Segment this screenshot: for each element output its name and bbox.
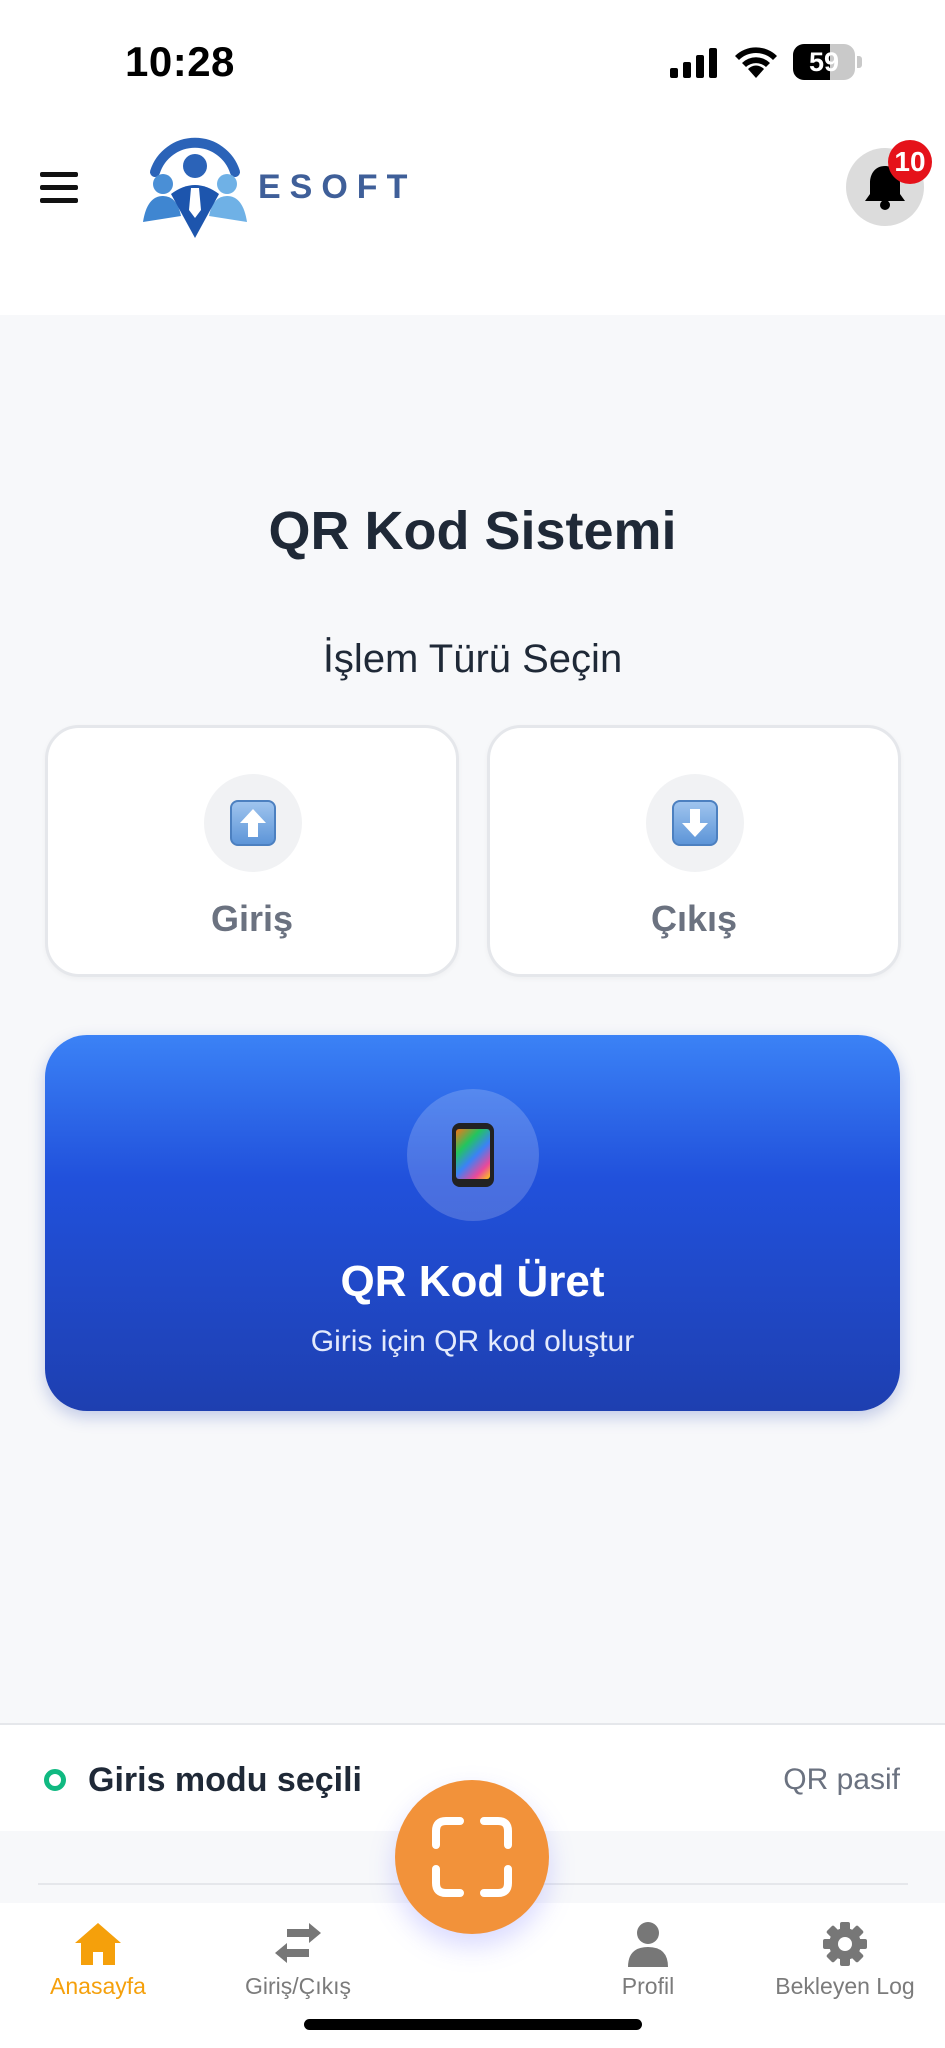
home-icon [75,1923,121,1965]
status-bar: 10:28 59 [0,0,945,120]
entry-icon-wrap [204,774,302,872]
mobile-phone-icon [452,1123,494,1187]
swap-icon [275,1923,321,1963]
scan-frame-icon [432,1817,512,1897]
exit-option-card[interactable]: Çıkış [487,725,901,977]
qr-icon-wrap [407,1089,539,1221]
battery-icon: 59 [793,44,862,80]
nav-label-profile: Profil [621,1973,675,1999]
main-content: QR Kod Sistemi İşlem Türü Seçin Giriş Çı… [0,315,945,1723]
nav-label-pending-log: Bekleyen Log [775,1973,915,1999]
nav-item-entry-exit[interactable]: Giriş/Çıkış [208,1911,388,2001]
nav-item-home[interactable]: Anasayfa [8,1911,188,2001]
status-dot-icon [44,1769,66,1791]
notification-badge: 10 [888,140,932,184]
nav-item-pending-log[interactable]: Bekleyen Log [755,1911,935,2001]
home-indicator [304,2019,642,2030]
esoft-logo-icon [143,137,247,238]
nav-label-home: Anasayfa [50,1973,146,1999]
status-time: 10:28 [125,38,235,85]
user-icon [628,1922,668,1967]
entry-option-card[interactable]: Giriş [45,725,459,977]
cellular-signal-icon [670,48,717,78]
generate-qr-button[interactable]: QR Kod Üret Giris için QR kod oluştur [45,1035,900,1411]
qr-card-title: QR Kod Üret [340,1257,605,1306]
nav-item-profile[interactable]: Profil [558,1911,738,2001]
entry-label: Giriş [210,898,294,939]
up-arrow-icon [230,800,276,846]
logo-text: ESOFT [258,168,417,206]
section-title: İşlem Türü Seçin [322,637,623,681]
qr-card-subtitle: Giris için QR kod oluştur [310,1325,635,1358]
gear-icon [823,1922,867,1966]
mode-text: Giris modu seçili [88,1761,362,1799]
qr-status: QR pasif [783,1763,900,1796]
qr-scan-button[interactable] [395,1780,549,1934]
exit-icon-wrap [646,774,744,872]
battery-level: 59 [808,47,840,77]
hamburger-menu-icon[interactable] [40,170,80,206]
exit-label: Çıkış [650,898,738,939]
down-arrow-icon [672,800,718,846]
page-title: QR Kod Sistemi [268,501,677,561]
nav-label-entry-exit: Giriş/Çıkış [244,1973,352,1999]
wifi-icon [735,47,777,78]
app-header: ESOFT 10 [0,120,945,315]
